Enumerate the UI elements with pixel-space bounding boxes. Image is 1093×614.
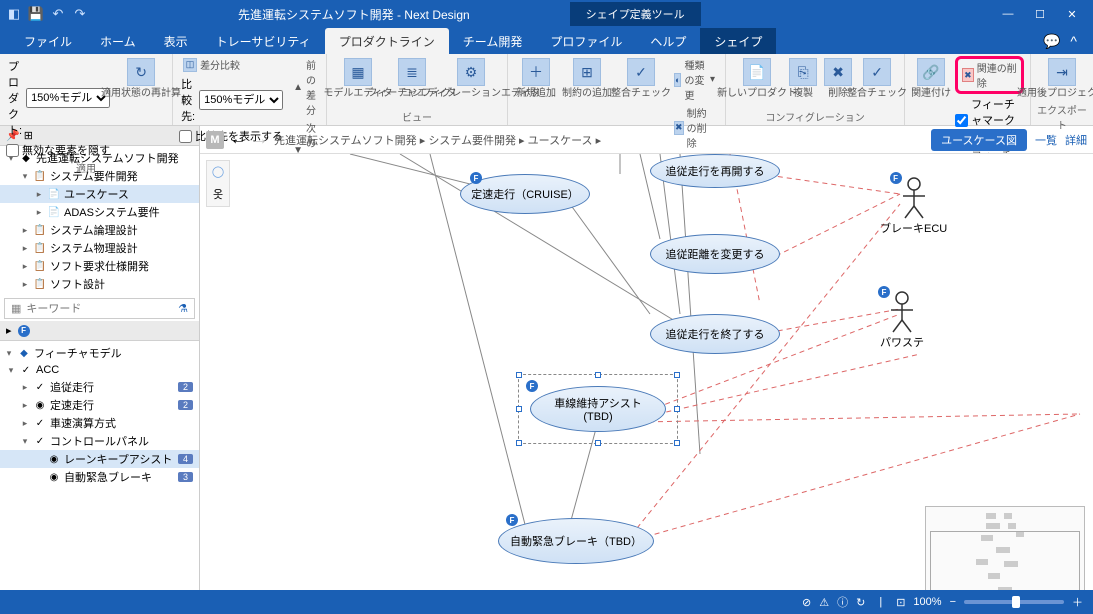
usecase-tool-icon[interactable]: ◯ — [212, 165, 224, 178]
link-button[interactable]: 🔗関連付け — [911, 56, 951, 101]
view-pill[interactable]: ユースケース図 — [931, 129, 1027, 151]
save-icon[interactable]: 💾 — [28, 6, 44, 22]
keyword-search-1[interactable]: ▦⚗ — [4, 298, 195, 319]
error-icon[interactable]: ⊘ — [802, 596, 811, 609]
zoom-slider[interactable] — [964, 600, 1064, 604]
info-icon[interactable]: ⓘ — [837, 594, 848, 610]
tree-node[interactable]: ▾✓コントロールパネル — [0, 432, 199, 450]
breadcrumb-bar: M ← → 先進運転システムソフト開発 ▸ システム要件開発 ▸ ユースケース … — [200, 126, 1093, 154]
consist-check-button[interactable]: ✓整合チェック — [616, 56, 666, 101]
export-button[interactable]: ⇥適用後プロジェクト — [1037, 56, 1087, 101]
zoom-out-icon[interactable]: − — [950, 596, 956, 608]
tree-node[interactable]: ▸📋ソフト設計 — [0, 275, 199, 293]
recalc-button[interactable]: ↻適用状態の再計算 — [116, 56, 166, 101]
menu-shape[interactable]: シェイプ — [700, 28, 776, 54]
usecase-change-dist[interactable]: 追従距離を変更する — [650, 234, 780, 274]
show-fmark-check[interactable] — [955, 114, 968, 127]
tree-node[interactable]: ▾✓ACC — [0, 362, 199, 378]
usecase-end-follow[interactable]: 追従走行を終了する — [650, 314, 780, 354]
actor-tool-icon[interactable]: 옷 — [213, 186, 223, 202]
menu-productline[interactable]: プロダクトライン — [325, 28, 449, 54]
back-icon[interactable]: ← — [230, 131, 246, 149]
canvas-toolbox: ◯ 옷 — [206, 160, 230, 207]
tree-node[interactable]: ▸📄ユースケース — [0, 185, 199, 203]
duplicate-button[interactable]: ⎘複製 — [786, 56, 820, 101]
filter-icon[interactable]: ⚗ — [178, 302, 188, 315]
zoom-fit-icon[interactable]: ⊡ — [896, 596, 905, 609]
tree-node[interactable]: ▸📋システム物理設計 — [0, 239, 199, 257]
view-list-link[interactable]: 一覧 — [1035, 132, 1057, 148]
add-constraint-button[interactable]: ⊞制約の追加 — [562, 56, 612, 101]
product-label: プロダクト: — [8, 58, 22, 138]
actor-power-steer[interactable]: F パワステ — [880, 278, 924, 350]
feature-filter-bar: ▸F — [0, 321, 199, 341]
model-badge[interactable]: M — [206, 131, 224, 149]
feedback-icon[interactable]: 💬 — [1043, 33, 1060, 50]
delete-link-button[interactable]: ✖関連の削除 — [955, 56, 1024, 94]
tree-node[interactable]: ▸📄ADASシステム要件 — [0, 203, 199, 221]
menu-home[interactable]: ホーム — [86, 28, 150, 54]
change-type-button[interactable]: ◐種類の変更▾ — [670, 56, 719, 103]
group-view: ビュー — [333, 108, 501, 125]
config-check-button[interactable]: ✓整合チェック — [856, 56, 898, 101]
hide-unneeded-check[interactable] — [6, 144, 19, 157]
zoom-value: 100% — [913, 596, 941, 608]
compare-select[interactable]: 150%モデル — [199, 90, 283, 110]
minimize-icon[interactable]: — — [1001, 8, 1015, 21]
menu-file[interactable]: ファイル — [10, 28, 86, 54]
prev-diff-button[interactable]: ▲前の差分 — [289, 56, 320, 118]
product-select[interactable]: 150%モデル — [26, 88, 110, 108]
view-detail-link[interactable]: 詳細 — [1065, 132, 1087, 148]
usecase-lane-keep[interactable]: 車線維持アシスト(TBD) — [530, 386, 666, 432]
diagram-canvas[interactable]: ◯ 옷 — [200, 154, 1093, 614]
warn-icon[interactable]: ⚠ — [819, 596, 829, 609]
close-icon[interactable]: ✕ — [1065, 8, 1079, 21]
ribbon: プロダクト: 150%モデル 無効な要素を隠す ↻適用状態の再計算 適用 ◫差分… — [0, 54, 1093, 126]
undo-icon[interactable]: ↶ — [50, 6, 66, 22]
usecase-auto-brake[interactable]: 自動緊急ブレーキ（TBD） — [498, 518, 654, 564]
refresh-icon[interactable]: ↻ — [856, 596, 865, 609]
tree-node[interactable]: ▸◉定速走行2 — [0, 396, 199, 414]
show-compare-check[interactable] — [179, 130, 192, 143]
menu-trace[interactable]: トレーサビリティ — [202, 28, 325, 54]
actor-brake-ecu[interactable]: F ブレーキECU — [880, 164, 947, 236]
menubar: ファイル ホーム 表示 トレーサビリティ プロダクトライン チーム開発 プロファ… — [0, 28, 1093, 54]
tree-node[interactable]: ▸📋ソフト要求仕様開発 — [0, 257, 199, 275]
maximize-icon[interactable]: ☐ — [1033, 8, 1047, 21]
app-title: 先進運転システムソフト開発 - Next Design — [238, 6, 470, 23]
group-config: コンフィグレーション — [732, 108, 898, 125]
menu-profile[interactable]: プロファイル — [536, 28, 636, 54]
sidebar: 📌⊞ ▾◆先進運転システムソフト開発▾📋システム要件開発▸📄ユースケース▸📄AD… — [0, 126, 200, 614]
zoom-in-icon[interactable]: ＋ — [1072, 594, 1083, 610]
diff-compare-button[interactable]: ◫差分比較 — [179, 56, 285, 73]
feature-mark-icon: F — [506, 514, 518, 526]
tree-node[interactable]: ▸📋システム論理設計 — [0, 221, 199, 239]
context-tab[interactable]: シェイプ定義ツール — [570, 2, 701, 26]
menu-team[interactable]: チーム開発 — [449, 28, 537, 54]
titlebar: ◧ 💾 ↶ ↷ 先進運転システムソフト開発 - Next Design シェイプ… — [0, 0, 1093, 28]
menu-help[interactable]: ヘルプ — [636, 28, 700, 54]
statusbar: ⊘ ⚠ ⓘ ↻ | ⊡ 100% − ＋ — [0, 590, 1093, 614]
forward-icon[interactable]: → — [252, 131, 268, 149]
config-editor-button[interactable]: ⚙コンフィグレーションエディタ — [441, 56, 501, 101]
new-product-button[interactable]: 📄新しいプロダクト — [732, 56, 782, 101]
feature-mark-icon: F — [526, 380, 538, 392]
feature-tree[interactable]: ▾◆フィーチャモデル ▾✓ACC▸✓追従走行2▸◉定速走行2▸✓車速演算方式▾✓… — [0, 341, 199, 489]
tree-node[interactable]: ◉レーンキープアシスト4 — [0, 450, 199, 468]
breadcrumb[interactable]: 先進運転システムソフト開発 ▸ システム要件開発 ▸ ユースケース ▸ — [274, 132, 601, 148]
tree-node[interactable]: ◉自動緊急ブレーキ3 — [0, 468, 199, 486]
collapse-icon[interactable]: ▸ — [6, 324, 12, 337]
tree-node[interactable]: ▸✓追従走行2 — [0, 378, 199, 396]
feature-mark-icon: F — [470, 172, 482, 184]
tree-node[interactable]: ▸✓車速演算方式 — [0, 414, 199, 432]
expand-icon[interactable]: ^ — [1070, 33, 1077, 49]
add-new-button[interactable]: ＋新規追加 — [514, 56, 558, 101]
group-apply: 適用 — [6, 159, 166, 176]
app-icon: ◧ — [6, 6, 22, 22]
menu-view[interactable]: 表示 — [150, 28, 202, 54]
keyword-input-1[interactable] — [26, 303, 173, 315]
redo-icon[interactable]: ↷ — [72, 6, 88, 22]
usecase-resume[interactable]: 追従走行を再開する — [650, 154, 780, 188]
